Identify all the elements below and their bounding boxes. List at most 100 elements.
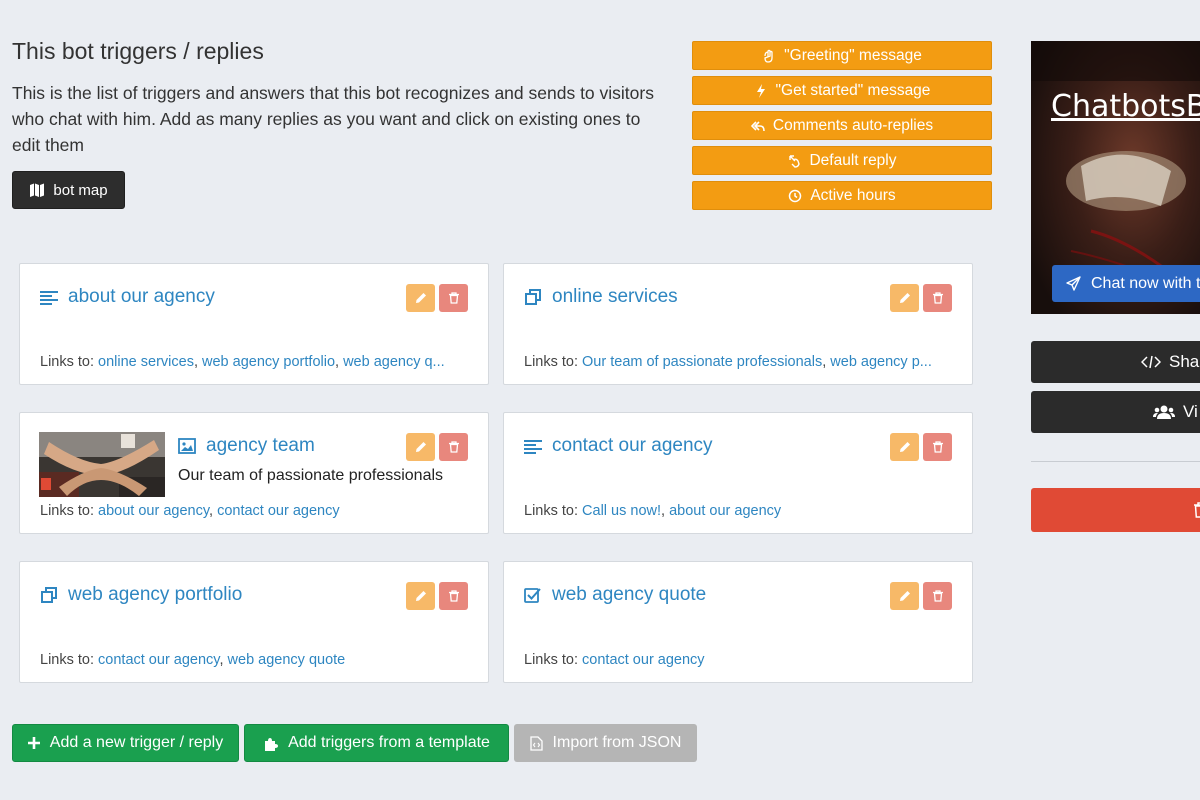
clone-icon <box>525 289 541 305</box>
align-left-icon <box>524 440 542 454</box>
trigger-title[interactable]: web agency portfolio <box>40 584 242 606</box>
delete-button[interactable] <box>923 433 952 461</box>
delete-button[interactable] <box>439 284 468 312</box>
trigger-link[interactable]: web agency portfolio <box>202 354 335 370</box>
puzzle-icon <box>265 737 279 751</box>
trigger-card[interactable]: web agency portfolio Links to: contact o… <box>19 561 489 683</box>
wave-hand-icon <box>764 49 773 63</box>
add-from-template-button[interactable]: Add triggers from a template <box>244 724 509 762</box>
bot-preview-card: ChatbotsB Chat now with t <box>1031 41 1200 314</box>
trigger-actions <box>406 582 468 610</box>
trigger-link[interactable]: online services <box>98 354 194 370</box>
delete-bot-button[interactable] <box>1031 488 1200 532</box>
trigger-card[interactable]: web agency quote Links to: contact our a… <box>503 561 973 683</box>
trigger-link[interactable]: contact our agency <box>582 652 705 668</box>
trigger-actions <box>890 284 952 312</box>
trigger-title-text: web agency quote <box>552 584 707 605</box>
trigger-link[interactable]: web agency quote <box>228 652 346 668</box>
edit-button[interactable] <box>890 284 919 312</box>
sidebar-divider <box>1031 461 1200 462</box>
align-left-icon <box>40 291 58 305</box>
links-prefix: Links to: <box>524 503 578 519</box>
trigger-actions <box>406 284 468 312</box>
trigger-links: Links to: Our team of passionate profess… <box>524 354 954 370</box>
trigger-card[interactable]: about our agency Links to: online servic… <box>19 263 489 385</box>
pencil-icon <box>415 591 426 601</box>
trigger-link[interactable]: Our team of passionate professionals <box>582 354 822 370</box>
comments-auto-replies-label: Comments auto-replies <box>772 116 934 134</box>
trigger-title-text: web agency portfolio <box>68 584 243 605</box>
trigger-links: Links to: about our agency, contact our … <box>40 503 470 519</box>
link-separator: , <box>193 354 203 370</box>
active-hours-button[interactable]: Active hours <box>692 181 992 210</box>
trigger-actions <box>406 433 468 461</box>
trigger-link[interactable]: contact our agency <box>217 503 340 519</box>
reply-all-icon <box>750 120 765 131</box>
trigger-title[interactable]: agency team <box>178 435 315 457</box>
add-from-template-label: Add triggers from a template <box>288 734 490 751</box>
chat-now-label: Chat now with t <box>1091 274 1200 292</box>
trigger-links: Links to: contact our agency, web agency… <box>40 652 470 668</box>
trigger-title[interactable]: contact our agency <box>524 435 713 457</box>
delete-button[interactable] <box>923 582 952 610</box>
trigger-card[interactable]: online services Links to: Our team of pa… <box>503 263 973 385</box>
link-separator: , <box>219 652 228 668</box>
delete-button[interactable] <box>439 433 468 461</box>
default-reply-label: Default reply <box>809 151 897 169</box>
edit-button[interactable] <box>406 433 435 461</box>
page-description: This is the list of triggers and answers… <box>12 83 654 155</box>
trigger-link[interactable]: Call us now! <box>582 503 661 519</box>
edit-button[interactable] <box>406 284 435 312</box>
trash-icon <box>932 441 943 453</box>
edit-button[interactable] <box>890 582 919 610</box>
links-prefix: Links to: <box>40 652 94 668</box>
delete-button[interactable] <box>439 582 468 610</box>
greeting-message-label: "Greeting" message <box>784 46 922 64</box>
trash-icon <box>448 441 459 453</box>
map-icon <box>30 183 45 197</box>
trigger-actions <box>890 582 952 610</box>
trigger-links: Links to: Call us now!, about our agency <box>524 503 954 519</box>
trigger-links: Links to: contact our agency <box>524 652 954 668</box>
import-json-button[interactable]: Import from JSON <box>514 724 697 762</box>
share-button[interactable]: Sha <box>1031 341 1200 383</box>
page-title: This bot triggers / replies <box>12 38 264 64</box>
trigger-title-text: about our agency <box>68 286 215 307</box>
trigger-link[interactable]: web agency p... <box>830 354 932 370</box>
add-trigger-button[interactable]: Add a new trigger / reply <box>12 724 239 762</box>
trigger-title[interactable]: online services <box>524 286 678 308</box>
trigger-link[interactable]: about our agency <box>669 503 781 519</box>
trigger-card[interactable]: contact our agency Links to: Call us now… <box>503 412 973 534</box>
bot-map-label: bot map <box>53 181 108 199</box>
get-started-message-button[interactable]: "Get started" message <box>692 76 992 105</box>
trash-icon <box>932 292 943 304</box>
trigger-title-text: agency team <box>206 435 315 456</box>
edit-button[interactable] <box>406 582 435 610</box>
pencil-icon <box>899 591 910 601</box>
trigger-link[interactable]: about our agency <box>98 503 209 519</box>
comments-auto-replies-button[interactable]: Comments auto-replies <box>692 111 992 140</box>
trigger-subtitle: Our team of passionate professionals <box>178 467 444 484</box>
default-reply-button[interactable]: Default reply <box>692 146 992 175</box>
greeting-message-button[interactable]: "Greeting" message <box>692 41 992 70</box>
bolt-icon <box>756 83 765 98</box>
trigger-actions <box>890 433 952 461</box>
links-prefix: Links to: <box>40 503 94 519</box>
trash-icon <box>932 590 943 602</box>
special-messages-stack: "Greeting" message "Get started" message… <box>692 41 992 216</box>
add-trigger-label: Add a new trigger / reply <box>49 734 224 751</box>
trigger-link[interactable]: web agency q... <box>343 354 445 370</box>
pencil-icon <box>415 442 426 452</box>
trigger-link[interactable]: contact our agency <box>98 652 219 668</box>
links-prefix: Links to: <box>524 652 578 668</box>
pencil-icon <box>415 293 426 303</box>
chat-now-button[interactable]: Chat now with t <box>1052 265 1200 302</box>
trigger-title[interactable]: about our agency <box>40 286 215 308</box>
trigger-title[interactable]: web agency quote <box>524 584 706 606</box>
check-square-icon <box>524 588 541 603</box>
view-button[interactable]: Vi <box>1031 391 1200 433</box>
edit-button[interactable] <box>890 433 919 461</box>
bot-map-button[interactable]: bot map <box>12 171 125 209</box>
delete-button[interactable] <box>923 284 952 312</box>
trigger-card[interactable]: agency team Our team of passionate profe… <box>19 412 489 534</box>
